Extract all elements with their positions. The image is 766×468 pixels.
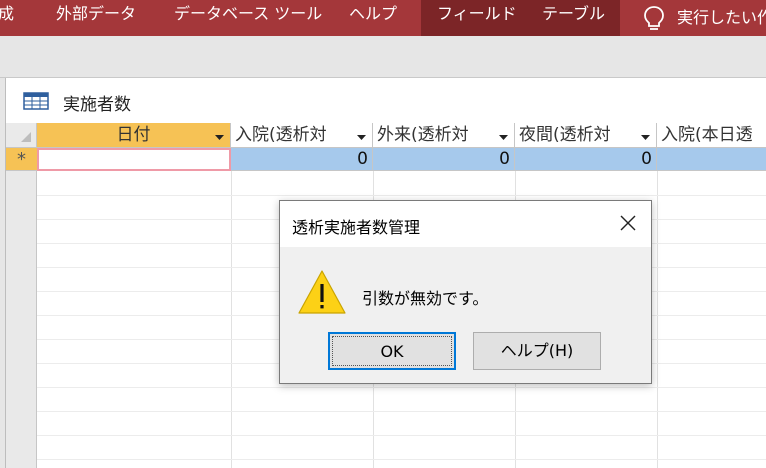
grid-line (657, 171, 658, 468)
chevron-down-icon[interactable] (498, 132, 509, 141)
ribbon-tab-help[interactable]: ヘルプ (349, 0, 397, 36)
table-icon (23, 92, 49, 110)
corner-triangle-icon (21, 132, 31, 142)
ribbon-tab-create[interactable]: 成 (0, 0, 14, 36)
lightbulb-icon (644, 6, 664, 30)
message-dialog: 透析実施者数管理 引数が無効です。 OK ヘルプ(H) (279, 200, 652, 384)
new-row-outpatient-cell[interactable]: 0 (373, 148, 515, 171)
ribbon-tab-database-tools[interactable]: データベース ツール (174, 0, 322, 36)
new-row-inpatient-cell[interactable]: 0 (231, 148, 373, 171)
help-button[interactable]: ヘルプ(H) (473, 332, 601, 370)
grid-line (37, 387, 766, 388)
grid-line (231, 171, 232, 468)
tell-me-label: 実行したい作 (677, 8, 766, 27)
column-header-label: 夜間(透析対 (519, 125, 611, 145)
ok-button[interactable]: OK (328, 332, 456, 370)
new-record-selector[interactable]: * (6, 148, 37, 171)
column-header-inpatient-today[interactable]: 入院(本日透 (657, 123, 766, 148)
ribbon-tab-external-data[interactable]: 外部データ (56, 0, 136, 36)
new-row-night-cell[interactable]: 0 (515, 148, 657, 171)
column-header-label: 入院(本日透 (661, 125, 753, 145)
tell-me-box[interactable]: 実行したい作 (643, 0, 766, 36)
column-header-label: 入院(透析対 (235, 125, 327, 145)
ribbon-tab-table[interactable]: テーブル (521, 0, 620, 36)
column-header-label: 外来(透析対 (377, 125, 469, 145)
dialog-title: 透析実施者数管理 (292, 218, 421, 237)
new-row-inpatient-today-cell[interactable] (657, 148, 766, 171)
warning-icon (298, 270, 346, 314)
chevron-down-icon[interactable] (640, 132, 651, 141)
chevron-down-icon[interactable] (356, 132, 367, 141)
new-row-date-cell[interactable] (37, 148, 231, 171)
select-all-corner[interactable] (6, 123, 37, 148)
column-header-inpatient[interactable]: 入院(透析対 (231, 123, 373, 148)
dialog-message: 引数が無効です。 (362, 289, 489, 308)
ribbon-tab-fields[interactable]: フィールド (421, 0, 521, 36)
column-header-outpatient[interactable]: 外来(透析対 (373, 123, 515, 148)
dialog-titlebar[interactable]: 透析実施者数管理 (280, 201, 651, 247)
ribbon-tab-bar: 成 外部データ データベース ツール ヘルプ フィールド テーブル 実行したい作 (0, 0, 766, 36)
ribbon-body (0, 36, 766, 78)
record-selector-column (6, 148, 37, 468)
document-tab[interactable]: 実施者数 (6, 78, 766, 123)
close-icon[interactable] (617, 212, 639, 234)
grid-line (37, 459, 766, 460)
column-header-date[interactable]: 日付 (37, 123, 231, 148)
document-title: 実施者数 (63, 95, 131, 115)
grid-line (37, 195, 766, 196)
column-header-night[interactable]: 夜間(透析対 (515, 123, 657, 148)
grid-line (37, 435, 766, 436)
column-header-label: 日付 (116, 125, 151, 145)
chevron-down-icon[interactable] (214, 132, 225, 141)
grid-line (37, 411, 766, 412)
